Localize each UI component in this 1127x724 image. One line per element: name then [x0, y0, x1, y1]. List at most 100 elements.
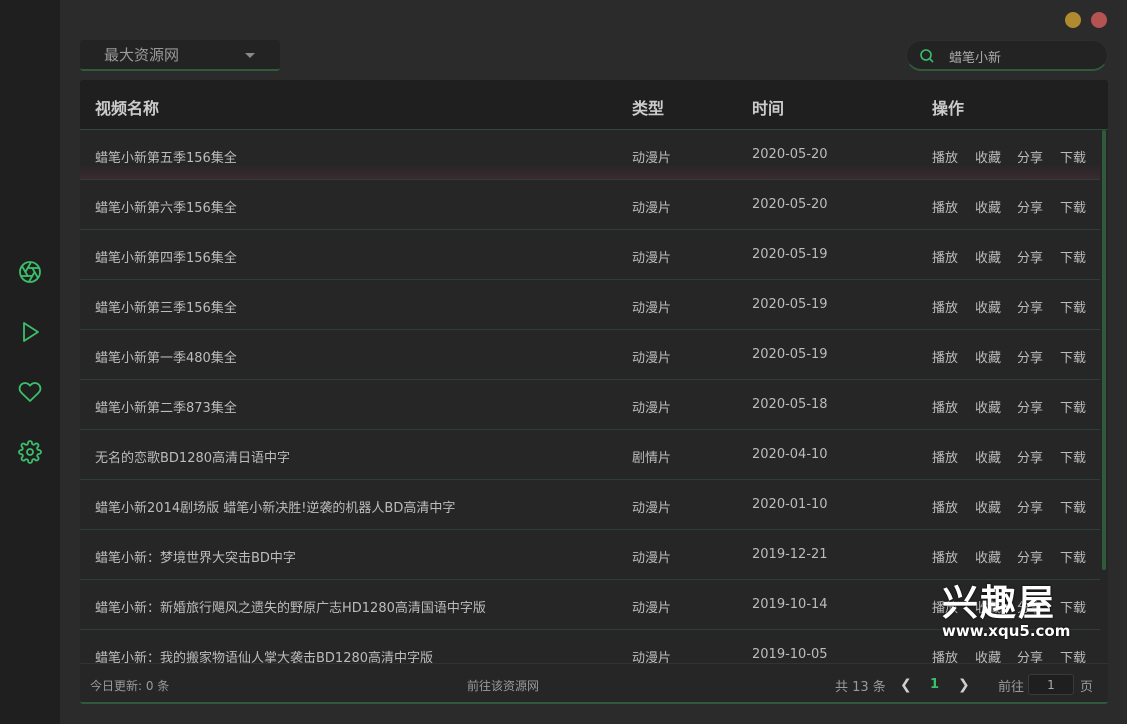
share-button[interactable]: 分享: [1017, 297, 1043, 316]
favorite-button[interactable]: 收藏: [975, 447, 1001, 466]
watermark-url: www.xqu5.com: [942, 622, 1071, 640]
table-row[interactable]: 蜡笔小新第五季156集全 动漫片 2020-05-20 播放 收藏 分享 下载: [80, 130, 1100, 180]
share-button[interactable]: 分享: [1017, 147, 1043, 166]
row-name[interactable]: 蜡笔小新：我的搬家物语仙人掌大袭击BD1280高清中字版: [95, 647, 433, 663]
row-time: 2020-05-19: [752, 297, 828, 312]
share-button[interactable]: 分享: [1017, 547, 1043, 566]
download-button[interactable]: 下载: [1060, 647, 1086, 663]
row-time: 2020-05-18: [752, 397, 828, 412]
favorite-button[interactable]: 收藏: [975, 497, 1001, 516]
row-time: 2020-05-20: [752, 147, 828, 162]
row-name[interactable]: 蜡笔小新：梦境世界大突击BD中字: [95, 547, 296, 566]
row-type: 剧情片: [632, 451, 672, 466]
download-button[interactable]: 下载: [1060, 297, 1086, 316]
download-button[interactable]: 下载: [1060, 197, 1086, 216]
play-button[interactable]: 播放: [932, 397, 958, 416]
close-button[interactable]: [1091, 12, 1107, 28]
row-type: 动漫片: [632, 251, 672, 266]
play-button[interactable]: 播放: [932, 497, 958, 516]
search-box[interactable]: [906, 40, 1108, 71]
header-time: 时间: [752, 99, 785, 118]
share-button[interactable]: 分享: [1017, 447, 1043, 466]
search-icon: [920, 49, 934, 63]
play-button[interactable]: 播放: [932, 297, 958, 316]
goto-page-input[interactable]: [1028, 674, 1074, 695]
next-page-button[interactable]: ❯: [958, 677, 970, 693]
favorite-button[interactable]: 收藏: [975, 397, 1001, 416]
share-button[interactable]: 分享: [1017, 397, 1043, 416]
favorite-button[interactable]: 收藏: [975, 347, 1001, 366]
download-button[interactable]: 下载: [1060, 397, 1086, 416]
favorite-button[interactable]: 收藏: [975, 247, 1001, 266]
table-row[interactable]: 无名的恋歌BD1280高清日语中字 剧情片 2020-04-10 播放 收藏 分享 下载: [80, 430, 1100, 480]
row-name[interactable]: 蜡笔小新第一季480集全: [95, 347, 237, 366]
gear-icon[interactable]: [17, 439, 43, 465]
favorite-button[interactable]: 收藏: [975, 297, 1001, 316]
play-button[interactable]: 播放: [932, 347, 958, 366]
favorite-button[interactable]: 收藏: [975, 647, 1001, 663]
download-button[interactable]: 下载: [1060, 147, 1086, 166]
table-header: 视频名称 类型 时间 操作: [80, 80, 1108, 130]
row-name[interactable]: 蜡笔小新第二季873集全: [95, 397, 237, 416]
watermark-title: 兴趣屋: [942, 583, 1057, 624]
download-button[interactable]: 下载: [1060, 497, 1086, 516]
play-icon[interactable]: [17, 319, 43, 345]
source-select[interactable]: 最大资源网: [80, 40, 280, 71]
favorite-button[interactable]: 收藏: [975, 547, 1001, 566]
play-button[interactable]: 播放: [932, 447, 958, 466]
row-name[interactable]: 蜡笔小新第三季156集全: [95, 297, 237, 316]
share-button[interactable]: 分享: [1017, 247, 1043, 266]
row-type: 动漫片: [632, 301, 672, 316]
play-button[interactable]: 播放: [932, 647, 958, 663]
row-type: 动漫片: [632, 401, 672, 416]
minimize-button[interactable]: [1065, 12, 1081, 28]
row-name[interactable]: 无名的恋歌BD1280高清日语中字: [95, 447, 290, 466]
table-row[interactable]: 蜡笔小新2014剧场版 蜡笔小新决胜!逆袭的机器人BD高清中字 动漫片 2020-0…: [80, 480, 1100, 530]
goto-label: 前往: [998, 680, 1025, 695]
page-number-current[interactable]: 1: [930, 677, 939, 692]
row-time: 2020-01-10: [752, 497, 828, 512]
row-name[interactable]: 蜡笔小新第四季156集全: [95, 247, 237, 266]
scrollbar[interactable]: [1102, 130, 1106, 570]
play-button[interactable]: 播放: [932, 247, 958, 266]
table-footer: 今日更新: 0 条 前往该资源网 共 13 条 ❮ 1 ❯ 前往 页: [80, 663, 1108, 702]
table-row[interactable]: 蜡笔小新第二季873集全 动漫片 2020-05-18 播放 收藏 分享 下载: [80, 380, 1100, 430]
share-button[interactable]: 分享: [1017, 197, 1043, 216]
row-name[interactable]: 蜡笔小新第五季156集全: [95, 147, 237, 166]
row-time: 2019-12-21: [752, 547, 828, 562]
sidebar: [0, 0, 60, 724]
table-row[interactable]: 蜡笔小新第四季156集全 动漫片 2020-05-19 播放 收藏 分享 下载: [80, 230, 1100, 280]
row-type: 动漫片: [632, 151, 672, 166]
download-button[interactable]: 下载: [1060, 347, 1086, 366]
heart-icon[interactable]: [17, 379, 43, 405]
play-button[interactable]: 播放: [932, 197, 958, 216]
aperture-icon[interactable]: [17, 259, 43, 285]
row-type: 动漫片: [632, 501, 672, 516]
table-row[interactable]: 蜡笔小新：梦境世界大突击BD中字 动漫片 2019-12-21 播放 收藏 分享 下载: [80, 530, 1100, 580]
row-time: 2020-05-20: [752, 197, 828, 212]
share-button[interactable]: 分享: [1017, 647, 1043, 663]
download-button[interactable]: 下载: [1060, 447, 1086, 466]
play-button[interactable]: 播放: [932, 147, 958, 166]
prev-page-button[interactable]: ❮: [900, 677, 912, 693]
download-button[interactable]: 下载: [1060, 247, 1086, 266]
share-button[interactable]: 分享: [1017, 347, 1043, 366]
table-row[interactable]: 蜡笔小新第六季156集全 动漫片 2020-05-20 播放 收藏 分享 下载: [80, 180, 1100, 230]
total-count: 共 13 条: [835, 680, 886, 695]
chevron-down-icon: [245, 53, 255, 58]
row-name[interactable]: 蜡笔小新第六季156集全: [95, 197, 237, 216]
favorite-button[interactable]: 收藏: [975, 147, 1001, 166]
row-name[interactable]: 蜡笔小新：新婚旅行飓风之遗失的野原广志HD1280高清国语中字版: [95, 597, 486, 616]
row-type: 动漫片: [632, 201, 672, 216]
row-name[interactable]: 蜡笔小新2014剧场版 蜡笔小新决胜!逆袭的机器人BD高清中字: [95, 497, 455, 516]
table-row[interactable]: 蜡笔小新第一季480集全 动漫片 2020-05-19 播放 收藏 分享 下载: [80, 330, 1100, 380]
play-button[interactable]: 播放: [932, 547, 958, 566]
goto-source-link[interactable]: 前往该资源网: [467, 677, 539, 694]
share-button[interactable]: 分享: [1017, 497, 1043, 516]
row-type: 动漫片: [632, 351, 672, 366]
search-input[interactable]: [949, 46, 1099, 66]
table-row[interactable]: 蜡笔小新第三季156集全 动漫片 2020-05-19 播放 收藏 分享 下载: [80, 280, 1100, 330]
row-type: 动漫片: [632, 601, 672, 616]
favorite-button[interactable]: 收藏: [975, 197, 1001, 216]
download-button[interactable]: 下载: [1060, 547, 1086, 566]
